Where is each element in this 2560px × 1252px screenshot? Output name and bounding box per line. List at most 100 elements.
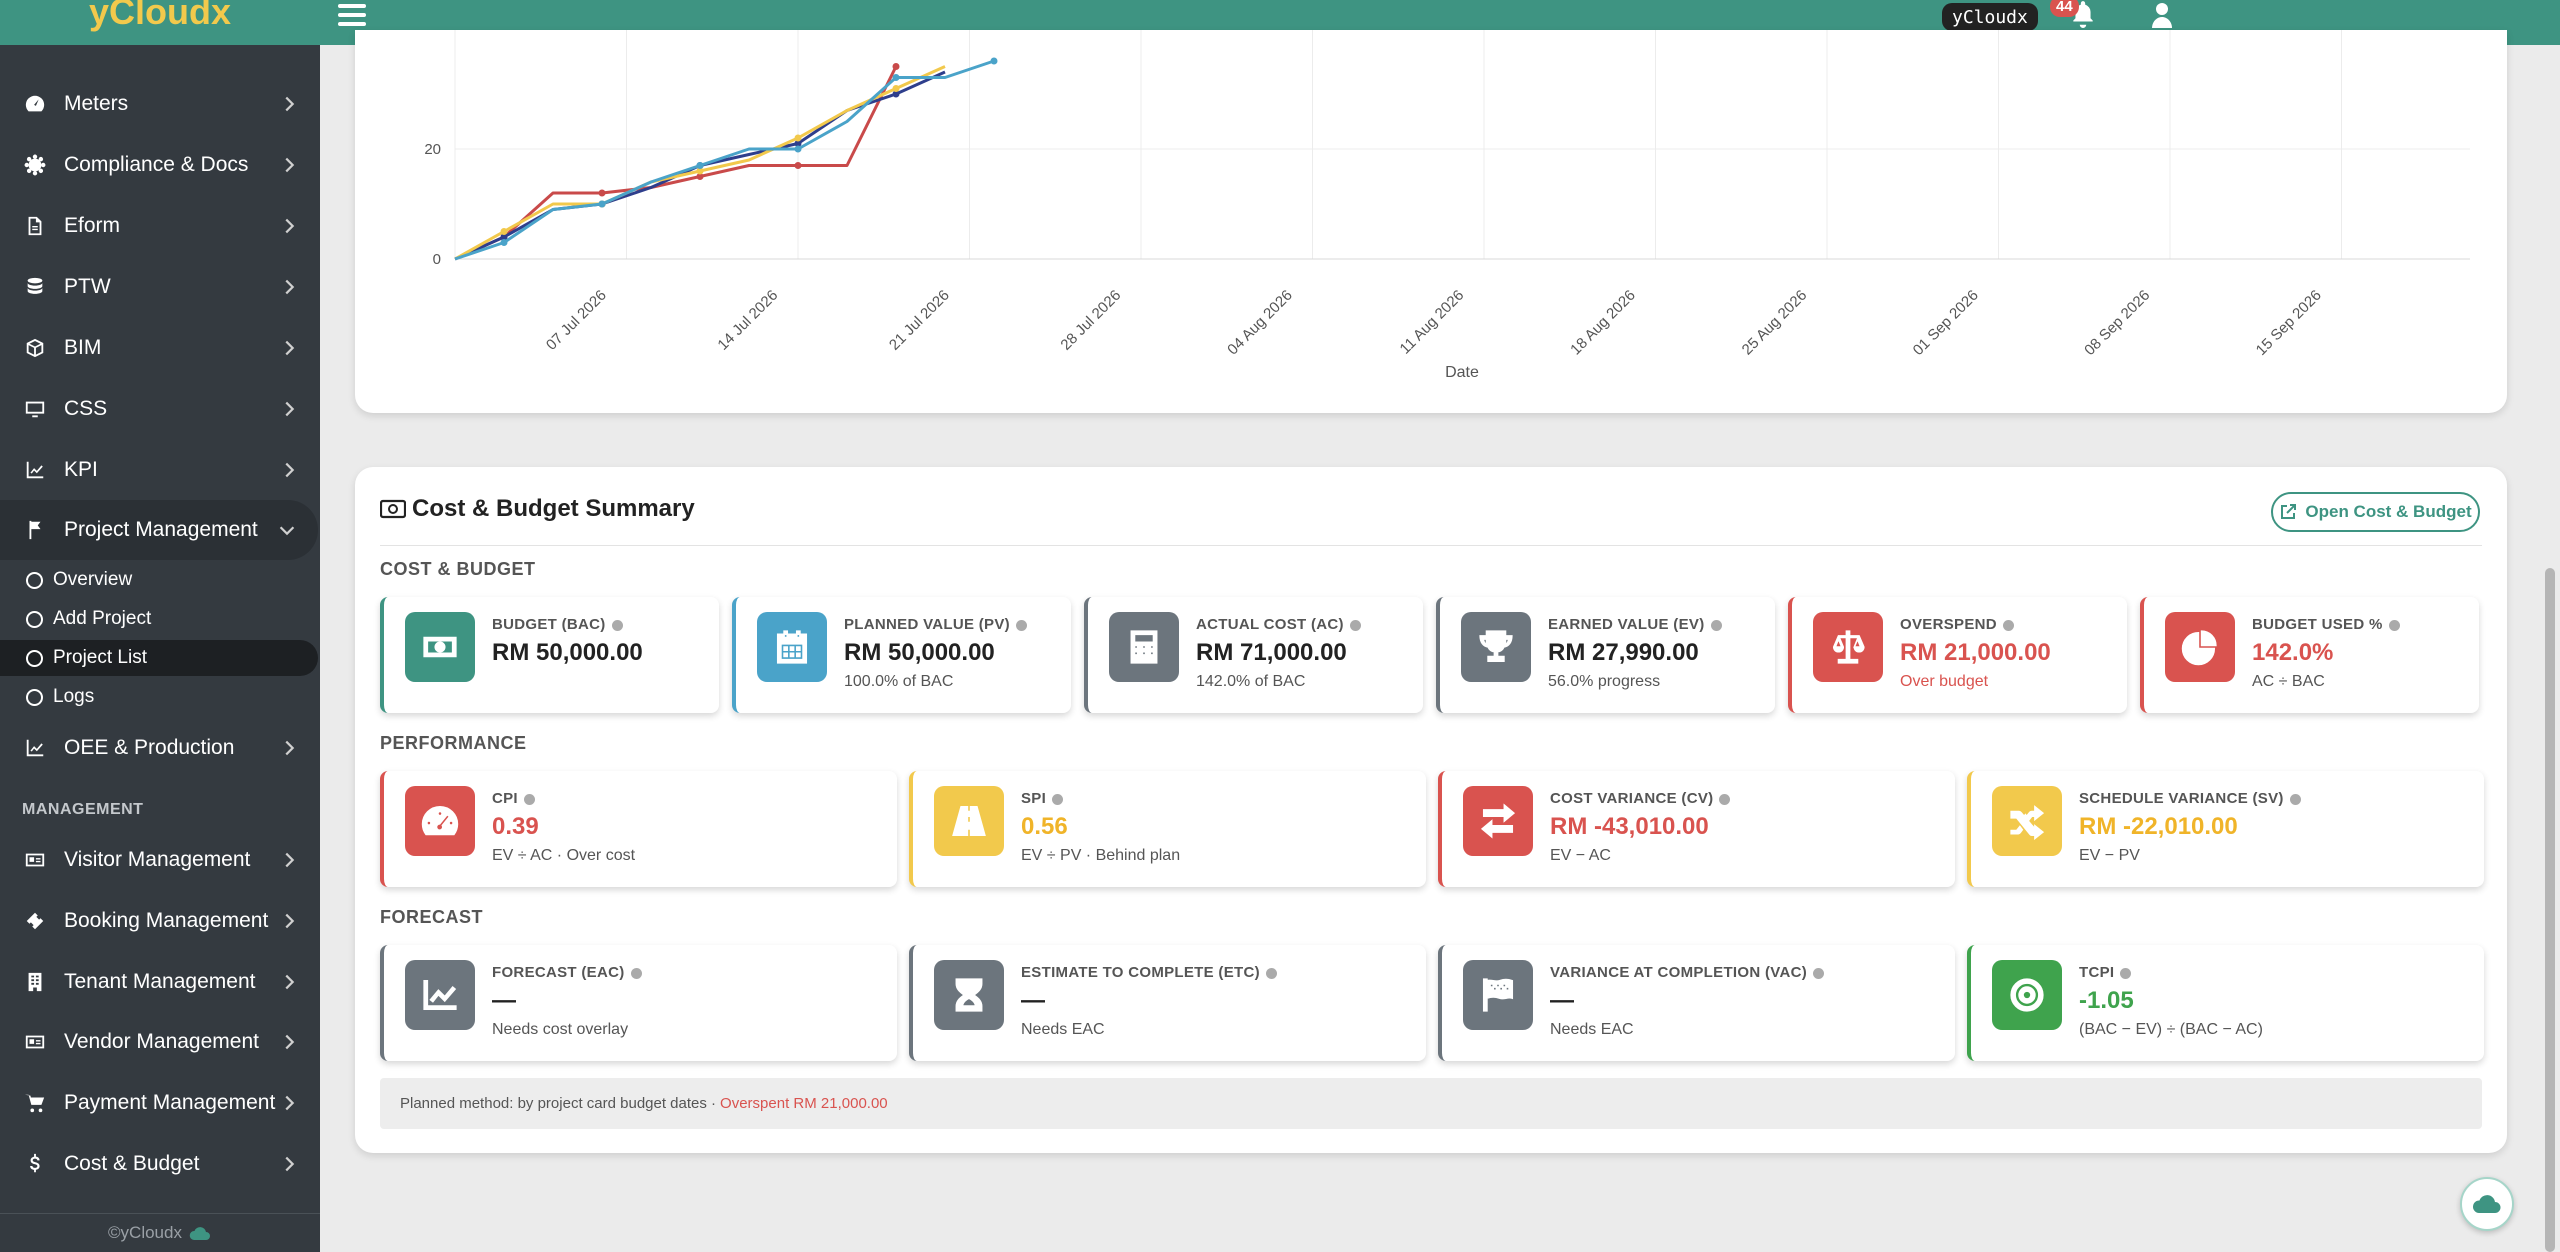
kpi-value: RM 50,000.00 — [844, 639, 995, 666]
sidebar-item-compliance-docs[interactable]: Compliance & Docs — [0, 135, 320, 195]
monitor-icon — [22, 396, 48, 422]
info-icon[interactable] — [1015, 619, 1027, 631]
exchange-icon — [1463, 786, 1533, 856]
x-tick-label: 04 Aug 2026 — [1224, 287, 1296, 359]
sidebar-item-payment-management[interactable]: Payment Management — [0, 1073, 320, 1133]
sidebar-item-project-management[interactable]: Project Management — [0, 500, 318, 560]
sidebar-item-label: PTW — [64, 275, 111, 298]
sidebar-item-ptw[interactable]: PTW — [0, 257, 320, 317]
x-tick-label: 14 Jul 2026 — [714, 287, 781, 354]
kpi-value: RM 21,000.00 — [1900, 639, 2051, 666]
kpi-subtext: EV − AC — [1550, 847, 1611, 864]
line-chart-icon — [22, 457, 48, 483]
circle-icon — [26, 688, 43, 706]
kpi-label-text: ACTUAL COST (AC) — [1196, 616, 1344, 633]
s-curve-chart-card: 0 20 07 Jul 2026 14 Jul 2026 21 Jul 2026 28 J… — [355, 30, 2507, 413]
page-scrollbar[interactable] — [2545, 568, 2555, 1252]
sidebar-item-css[interactable]: CSS — [0, 379, 320, 439]
kpi-value: -1.05 — [2079, 987, 2134, 1014]
open-cost-budget-button[interactable]: Open Cost & Budget — [2271, 492, 2480, 532]
data-point — [696, 162, 704, 169]
sidebar-subitem-label: Add Project — [53, 608, 152, 629]
kpi-label: ACTUAL COST (AC) — [1196, 616, 1361, 633]
chevron-right-icon — [278, 93, 300, 115]
kpi-label-text: PLANNED VALUE (PV) — [844, 616, 1010, 633]
sidebar: yCloudx Meters Compliance & Docs Eform PTW B… — [0, 0, 320, 1252]
sidebar-brand[interactable]: yCloudx — [0, 0, 320, 45]
footer-copyright: ©yCloudx — [108, 1223, 182, 1242]
info-icon[interactable] — [1349, 619, 1361, 631]
cost-budget-summary-card: Cost & Budget Summary Open Cost & Budget… — [355, 467, 2507, 1153]
summary-divider — [380, 545, 2482, 546]
info-icon[interactable] — [2388, 619, 2400, 631]
info-icon[interactable] — [523, 793, 535, 805]
kpi-label-text: VARIANCE AT COMPLETION (VAC) — [1550, 964, 1807, 981]
notification-count-badge: 44 — [2050, 0, 2079, 17]
sidebar-item-oee-production[interactable]: OEE & Production — [0, 718, 320, 778]
kpi-card-planned-value-pv: PLANNED VALUE (PV) RM 50,000.00 100.0% of … — [732, 597, 1071, 713]
kpi-card-forecast-eac: FORECAST (EAC) — Needs cost overlay — [380, 945, 897, 1061]
sidebar-item-bim[interactable]: BIM — [0, 318, 320, 378]
user-icon[interactable] — [2150, 2, 2176, 30]
kpi-subtext: EV ÷ AC · Over cost — [492, 847, 636, 864]
chevron-right-icon — [278, 1092, 300, 1114]
info-icon[interactable] — [1719, 793, 1731, 805]
info-icon[interactable] — [2289, 793, 2301, 805]
sidebar-item-label: Tenant Management — [64, 970, 256, 993]
info-icon[interactable] — [611, 619, 623, 631]
chevron-right-icon — [278, 1153, 300, 1175]
kpi-label: ESTIMATE TO COMPLETE (ETC) — [1021, 964, 1277, 981]
chevron-right-icon — [278, 737, 300, 759]
info-icon[interactable] — [1813, 967, 1824, 979]
kpi-label: TCPI — [2079, 964, 2132, 981]
sidebar-subitem-add-project[interactable]: Add Project — [0, 601, 318, 637]
sidebar-subitem-label: Logs — [53, 686, 95, 707]
kpi-value: RM 50,000.00 — [492, 639, 643, 666]
sidebar-item-cost-budget[interactable]: Cost & Budget — [0, 1134, 320, 1194]
chevron-right-icon — [278, 910, 300, 932]
kpi-value: — — [1550, 987, 1574, 1014]
info-icon[interactable] — [2002, 619, 2014, 631]
section-cost-budget: COST & BUDGET — [380, 559, 536, 579]
external-link-icon — [2281, 504, 2297, 519]
sidebar-item-tenant-management[interactable]: Tenant Management — [0, 952, 320, 1012]
kpi-subtext: Needs cost overlay — [492, 1021, 629, 1038]
sidebar-subitem-label: Project List — [53, 647, 147, 668]
kpi-card-spi: SPI 0.56 EV ÷ PV · Behind plan — [909, 771, 1426, 887]
cloud-icon — [189, 1227, 210, 1240]
planned-method-note: Planned method: by project card budget d… — [380, 1078, 2482, 1129]
info-icon[interactable] — [2120, 967, 2132, 979]
flags-icon — [1463, 960, 1533, 1030]
kpi-label-text: SCHEDULE VARIANCE (SV) — [2079, 790, 2284, 807]
kpi-label: PLANNED VALUE (PV) — [844, 616, 1027, 633]
hourglass-icon — [934, 960, 1004, 1030]
kpi-label: OVERSPEND — [1900, 616, 2014, 633]
info-icon[interactable] — [1265, 967, 1277, 979]
sidebar-item-label: Eform — [64, 214, 121, 237]
chevron-right-icon — [278, 459, 300, 481]
ticket-icon — [22, 908, 48, 934]
kpi-card-budget-used: BUDGET USED % 142.0% AC ÷ BAC — [2140, 597, 2479, 713]
sidebar-item-meters[interactable]: Meters — [0, 74, 320, 134]
kpi-value: — — [492, 987, 516, 1014]
sidebar-item-kpi[interactable]: KPI — [0, 440, 320, 500]
hamburger-menu-icon[interactable] — [338, 4, 366, 30]
sidebar-subitem-overview[interactable]: Overview — [0, 562, 318, 598]
kpi-label-text: CPI — [492, 790, 518, 807]
kpi-card-schedule-variance-sv: SCHEDULE VARIANCE (SV) RM -22,010.00 EV − … — [1967, 771, 2484, 887]
sidebar-subitem-logs[interactable]: Logs — [0, 679, 318, 715]
sidebar-item-eform[interactable]: Eform — [0, 196, 320, 256]
sidebar-item-booking-management[interactable]: Booking Management — [0, 891, 320, 951]
cloud-chat-button[interactable] — [2460, 1177, 2514, 1231]
open-cost-budget-label: Open Cost & Budget — [2305, 502, 2472, 521]
money-bill-icon — [380, 499, 406, 519]
sidebar-subitem-project-list[interactable]: Project List — [0, 640, 318, 676]
chevron-right-icon — [278, 215, 300, 237]
info-icon[interactable] — [1710, 619, 1722, 631]
info-icon[interactable] — [630, 967, 642, 979]
sidebar-item-vendor-management[interactable]: Vendor Management — [0, 1012, 320, 1072]
sidebar-item-label: Project Management — [64, 518, 258, 541]
sidebar-item-visitor-management[interactable]: Visitor Management — [0, 830, 320, 890]
info-icon[interactable] — [1052, 793, 1064, 805]
sidebar-item-label: BIM — [64, 336, 102, 359]
